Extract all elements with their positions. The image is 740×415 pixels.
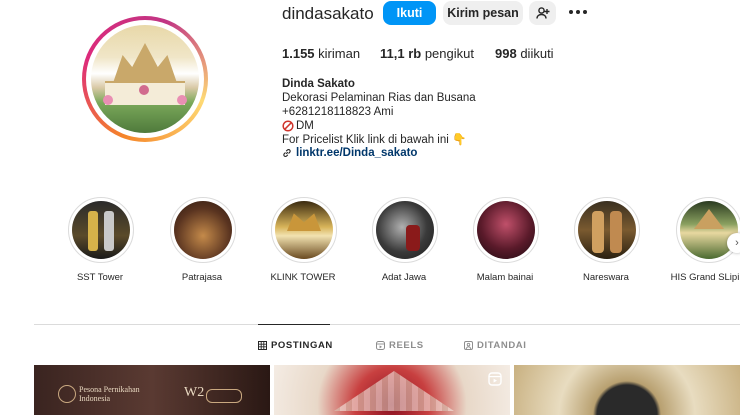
bio-line: For Pricelist Klik link di bawah ini 👇 <box>282 133 466 147</box>
tagged-icon <box>464 341 473 350</box>
tab-tagged-label: DITANDAI <box>477 340 527 351</box>
followers-count-value: 11,1 rb <box>380 46 422 61</box>
bio-external-link[interactable]: linktr.ee/Dinda_sakato <box>282 147 417 159</box>
avatar-image <box>91 25 199 133</box>
highlights-next-button[interactable]: › <box>727 233 740 253</box>
tab-posts[interactable]: POSTINGAN <box>258 340 333 351</box>
followers-count[interactable]: 11,1 rb pengikut <box>380 46 474 61</box>
dot-icon <box>576 10 580 14</box>
highlight-label: HIS Grand SLipi <box>670 272 740 283</box>
following-count-label: diikuti <box>520 46 554 61</box>
highlight-label: Nareswara <box>583 272 629 283</box>
highlight-label: Adat Jawa <box>381 272 427 283</box>
highlight-sst-tower[interactable] <box>68 197 134 263</box>
grid-icon <box>258 341 267 350</box>
avatar-flower <box>139 85 149 95</box>
following-count-value: 998 <box>495 46 517 61</box>
follow-button[interactable]: Ikuti <box>383 1 436 25</box>
posts-count: 1.155 kiriman <box>282 46 360 61</box>
bio-link-text: linktr.ee/Dinda_sakato <box>296 147 418 159</box>
avatar-flower <box>103 95 113 105</box>
highlight-label: Malam bainai <box>476 272 534 283</box>
post-logo-mark <box>58 385 76 403</box>
profile-username: dindasakato <box>282 4 374 23</box>
highlight-label: SST Tower <box>76 272 124 283</box>
more-options-button[interactable] <box>566 4 590 20</box>
suggested-accounts-button[interactable] <box>529 1 556 25</box>
avatar-inner <box>86 20 204 138</box>
bio-line: +6281218118823 Ami <box>282 106 394 118</box>
highlight-label: KLINK TOWER <box>270 272 336 283</box>
highlight-nareswara[interactable] <box>574 197 640 263</box>
tab-posts-label: POSTINGAN <box>271 340 333 351</box>
highlight-patrajasa[interactable] <box>170 197 236 263</box>
post-thumbnail[interactable]: Pesona Pernikahan Indonesia W2 <box>34 365 270 415</box>
active-tab-indicator <box>258 324 330 325</box>
post-decoration <box>334 371 454 411</box>
following-count[interactable]: 998 diikuti <box>495 46 554 61</box>
profile-avatar[interactable] <box>82 16 208 142</box>
dot-icon <box>583 10 587 14</box>
highlight-image <box>376 201 434 259</box>
avatar-roof-decoration <box>113 43 177 83</box>
highlight-his-grand-slipi[interactable] <box>676 197 740 263</box>
highlight-adat-jawa[interactable] <box>372 197 438 263</box>
tab-reels-label: REELS <box>389 340 424 351</box>
highlight-malam-bainai[interactable] <box>473 197 539 263</box>
bio-line-text: For Pricelist Klik link di bawah ini <box>282 134 449 146</box>
post-overlay-line: Indonesia <box>79 394 111 403</box>
post-thumbnail[interactable] <box>514 365 740 415</box>
post-overlay-pill <box>206 389 242 403</box>
post-thumbnail[interactable] <box>274 365 510 415</box>
chevron-right-icon: › <box>735 237 739 249</box>
tab-tagged[interactable]: DITANDAI <box>464 340 526 351</box>
highlight-klink-tower[interactable] <box>271 197 337 263</box>
avatar-flower <box>177 95 187 105</box>
dot-icon <box>569 10 573 14</box>
highlight-image <box>72 201 130 259</box>
tab-reels[interactable]: REELS <box>376 340 424 351</box>
highlight-image <box>174 201 232 259</box>
highlight-image <box>578 201 636 259</box>
bio-line-text: DM <box>296 120 314 132</box>
reel-icon <box>488 372 502 386</box>
reels-icon <box>376 341 385 350</box>
tabs-divider <box>34 324 740 325</box>
add-person-icon <box>535 7 549 19</box>
highlight-label: Patrajasa <box>181 272 223 283</box>
pointing-hand-icon: 👇 <box>452 134 467 146</box>
post-overlay-text: Pesona Pernikahan Indonesia <box>79 385 140 403</box>
post-overlay-badge: W2 <box>184 385 205 400</box>
highlight-image <box>275 201 333 259</box>
highlight-image <box>477 201 535 259</box>
bio-line: DM <box>282 119 314 133</box>
bio-line: Dekorasi Pelaminan Rias dan Busana <box>282 92 476 104</box>
posts-count-label: kiriman <box>318 46 361 61</box>
post-overlay-line: Pesona Pernikahan <box>79 385 140 394</box>
bio-full-name: Dinda Sakato <box>282 78 355 90</box>
send-message-button[interactable]: Kirim pesan <box>443 1 523 25</box>
followers-count-label: pengikut <box>424 46 474 61</box>
link-icon <box>283 149 291 157</box>
posts-count-value: 1.155 <box>282 46 315 61</box>
prohibited-icon <box>282 120 294 132</box>
